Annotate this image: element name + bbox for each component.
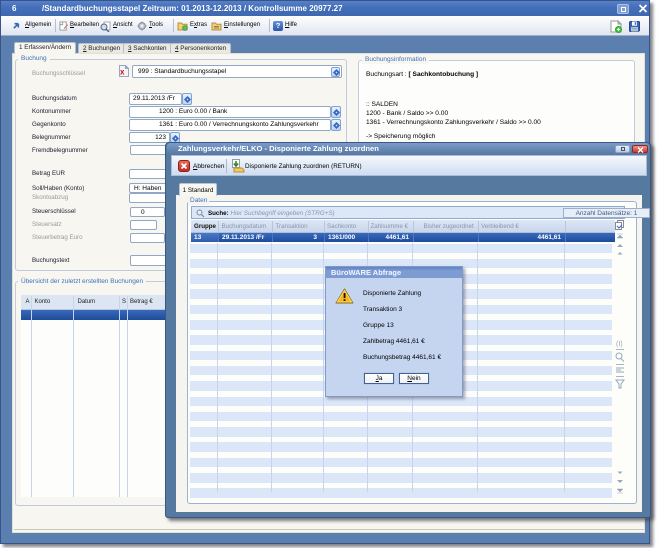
svg-text:x: x [120, 68, 125, 77]
svg-text:(I): (I) [616, 341, 623, 348]
